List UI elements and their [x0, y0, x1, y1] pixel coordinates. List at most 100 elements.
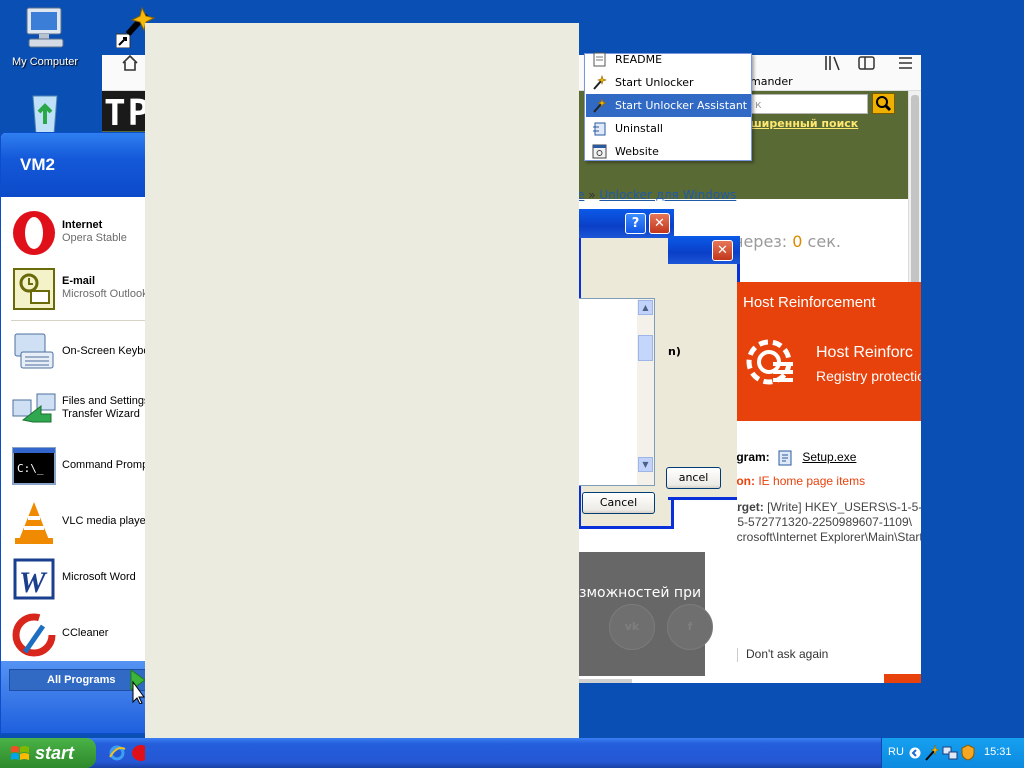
close-button[interactable]: ✕ — [649, 213, 670, 234]
start-item-title: Internet — [62, 219, 103, 231]
target-row: Target: [Write] HKEY_USERS\S-1-5- 415-57… — [737, 500, 921, 545]
menu-item-label: Start Unlocker Assistant — [615, 99, 748, 112]
hamburger-menu-icon[interactable] — [898, 55, 914, 71]
countdown-value: 0 — [792, 232, 803, 251]
scroll-down-arrow-icon[interactable]: ▼ — [638, 457, 653, 472]
target-line1: [Write] HKEY_USERS\S-1-5- — [763, 500, 921, 514]
dont-ask-again-label: Don't ask again — [746, 647, 829, 661]
menu-item-label: Start Unlocker — [615, 76, 694, 89]
site-search-placeholder: к — [755, 98, 762, 111]
target-line3: Microsoft\Internet Explorer\Main\Start — [737, 530, 921, 544]
vk-icon[interactable]: vk — [609, 604, 655, 650]
network-icon[interactable] — [942, 745, 958, 761]
windows-logo-icon — [11, 746, 29, 760]
start-item-label: On-Screen Keyboard — [62, 345, 146, 357]
menu-item-readme[interactable]: README — [586, 48, 751, 71]
start-item-vlc[interactable]: VLC media player — [1, 495, 146, 547]
start-item-transfer-wizard[interactable]: Files and Settings Transfer Wizard — [1, 381, 146, 433]
start-item-email[interactable]: E-mail Microsoft Outlook — [1, 261, 146, 313]
program-value[interactable]: Setup.exe — [802, 450, 856, 464]
dialog-list-box[interactable]: ▲ ▼ — [578, 298, 655, 486]
site-search-input[interactable]: к — [750, 94, 868, 114]
countdown-suffix: сек. — [802, 232, 841, 251]
help-button[interactable]: ? — [625, 213, 646, 234]
start-item-label: Microsoft Word — [62, 571, 136, 583]
dont-ask-again-checkbox[interactable] — [737, 647, 738, 662]
action-value: IE home page items — [758, 474, 866, 488]
home-icon[interactable] — [121, 55, 139, 71]
dialog-titlebar: ? ✕ — [578, 209, 674, 238]
start-item-subtitle: Opera Stable — [62, 232, 127, 244]
start-button[interactable]: start — [0, 738, 96, 768]
breadcrumb: e » Unlocker для Windows — [577, 188, 736, 202]
social-banner-text: зможностей при — [579, 585, 702, 601]
sidebar-icon[interactable] — [858, 55, 876, 71]
list-scrollbar[interactable]: ▲ ▼ — [637, 299, 654, 485]
menu-item-label: README — [615, 53, 663, 66]
readme-icon — [593, 52, 606, 67]
start-item-internet[interactable]: Internet Opera Stable — [1, 205, 146, 257]
desktop-icon-my-computer[interactable]: My Computer — [5, 4, 85, 68]
menu-item-uninstall[interactable]: Uninstall — [586, 117, 751, 140]
dialog-titlebar: ✕ — [668, 236, 740, 264]
scroll-thumb[interactable] — [638, 335, 653, 361]
close-button[interactable]: ✕ — [712, 240, 733, 261]
alert-footer-accent — [884, 674, 921, 683]
breadcrumb-separator: » — [588, 188, 596, 202]
start-menu-header: VM2 — [1, 133, 146, 197]
start-item-subtitle: Microsoft Outlook — [62, 288, 146, 300]
menu-item-label: Website — [615, 145, 659, 158]
target-label: Target: — [737, 500, 764, 514]
start-item-word[interactable]: W Microsoft Word — [1, 551, 146, 603]
menu-item-start-unlocker[interactable]: Start Unlocker — [586, 71, 751, 94]
breadcrumb-link-current[interactable]: Unlocker для Windows — [599, 188, 736, 202]
internet-explorer-icon[interactable] — [108, 744, 126, 762]
menu-item-label: Uninstall — [615, 122, 663, 135]
dont-ask-again-row[interactable]: Don't ask again — [737, 647, 828, 662]
opera-taskbar-icon[interactable] — [131, 744, 145, 762]
start-item-command-prompt[interactable]: C:\_ Command Prompt — [1, 439, 146, 491]
dialog-partial-text: n) — [668, 345, 681, 358]
start-item-label-2: Transfer Wizard — [62, 408, 140, 420]
advanced-search-link[interactable]: ширенный поиск — [750, 117, 858, 130]
facebook-icon[interactable]: f — [667, 604, 713, 650]
outlook-icon — [13, 268, 55, 310]
start-menu: VM2 Internet Opera Stable E-mail Microso… — [0, 132, 146, 734]
menu-item-website[interactable]: Website — [586, 140, 751, 163]
countdown-text: через: 0 сек. — [734, 232, 841, 251]
website-icon — [592, 144, 607, 159]
cancel-button[interactable]: Cancel — [582, 492, 655, 514]
blank-overlay-panel — [145, 23, 579, 768]
desktop-icon-label: My Computer — [11, 56, 79, 68]
tray-expand-icon[interactable] — [909, 747, 921, 759]
setup-file-icon — [778, 450, 792, 466]
user-name: VM2 — [20, 155, 55, 174]
taskbar: start RU 15:31 — [0, 738, 1024, 768]
gear-shield-icon — [746, 339, 793, 385]
start-item-on-screen-keyboard[interactable]: On-Screen Keyboard — [1, 325, 146, 377]
countdown-prefix: через: — [734, 232, 793, 251]
unlocker-tray-icon[interactable] — [924, 744, 940, 762]
feature-title: Host Reinforc — [816, 344, 913, 361]
my-computer-icon — [26, 7, 64, 48]
feature-subtitle: Registry protectio — [816, 368, 921, 384]
menu-item-start-unlocker-assistant[interactable]: Start Unlocker Assistant — [586, 94, 751, 117]
alert-header: Host Reinforcement Host Reinforc Registr… — [737, 282, 921, 421]
scroll-up-arrow-icon[interactable]: ▲ — [638, 300, 653, 315]
program-row: ogram: Setup.exe — [737, 450, 856, 466]
unlocker-dialog-back: ? ✕ ▲ ▼ Cancel — [578, 209, 674, 529]
svg-text:W: W — [19, 566, 48, 599]
security-shield-icon[interactable] — [961, 744, 975, 761]
library-icon[interactable] — [824, 55, 842, 71]
social-banner: зможностей при vk f — [577, 552, 713, 676]
cancel-button[interactable]: ancel — [666, 467, 721, 489]
action-row: tion: IE home page items — [737, 474, 865, 488]
site-search-button[interactable] — [872, 93, 895, 114]
transfer-wizard-icon — [12, 393, 56, 423]
all-programs-button[interactable]: All Programs — [9, 669, 146, 691]
svg-text:C:\_: C:\_ — [17, 462, 44, 475]
all-programs-label: All Programs — [47, 674, 116, 686]
vlc-icon — [15, 502, 53, 544]
start-item-ccleaner[interactable]: CCleaner — [1, 607, 146, 659]
language-indicator[interactable]: RU — [888, 746, 904, 758]
